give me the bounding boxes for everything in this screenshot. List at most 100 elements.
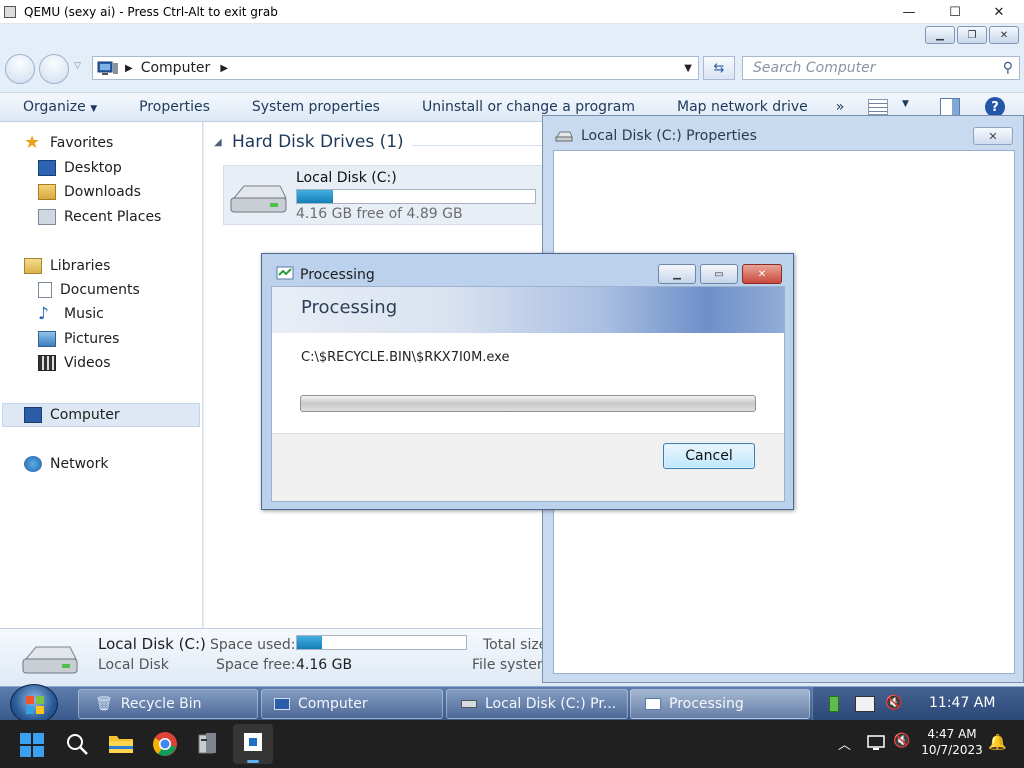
sidebar-item-favorites[interactable]: ★ Favorites [24,132,113,154]
guest-taskbar: 🗑 Recycle Bin Computer Local Disk (C:) Pr… [0,684,1024,720]
cancel-button[interactable]: Cancel [663,443,755,469]
host-time: 4:47 AM [927,727,977,741]
explorer-caption-buttons: ▁ ❐ ✕ [925,26,1019,44]
taskbar-item-processing[interactable]: Processing [630,689,810,719]
processing-maximize-button[interactable]: ▭ [700,264,738,284]
host-volume-muted-icon[interactable]: 🔇 [893,733,910,749]
sidebar-item-network[interactable]: Network [24,453,108,475]
details-file-system-label: File system [472,657,551,673]
volume-muted-icon[interactable]: 🔇 [885,695,902,711]
windows-logo-icon [26,696,44,714]
chrome-icon[interactable] [152,731,178,757]
computer-icon [97,61,118,75]
taskbar-processing-icon [645,698,661,710]
active-app-highlight[interactable] [233,724,273,764]
maximize-button[interactable]: ☐ [932,0,978,24]
close-button[interactable]: ✕ [976,0,1022,24]
details-total-size-label: Total size [483,637,548,653]
drive-tile-local-disk[interactable]: Local Disk (C:) 4.16 GB free of 4.89 GB [223,165,543,225]
sidebar-label-computer: Computer [50,407,120,423]
taskbar-item-properties[interactable]: Local Disk (C:) Pr... [446,689,628,719]
organize-dropdown-icon: ▼ [90,104,98,114]
safely-remove-icon[interactable] [829,696,839,712]
address-dropdown-icon[interactable]: ▼ [684,63,692,74]
recycle-bin-icon: 🗑 [95,696,113,712]
sidebar-item-videos[interactable]: Videos [38,352,111,374]
navigation-pane: ★ Favorites Desktop Downloads Recent Plac… [0,122,203,628]
organize-menu[interactable]: Organize ▼ [0,99,116,115]
preview-pane-icon[interactable] [940,98,960,116]
videos-icon [38,355,56,371]
sidebar-item-desktop[interactable]: Desktop [38,157,122,179]
network-tray-icon[interactable] [855,696,875,712]
qemu-app-icon [4,5,16,18]
minimize-button[interactable]: — [886,0,932,24]
breadcrumb-computer[interactable]: Computer [141,60,211,76]
computer-nav-icon [24,407,42,423]
properties-button[interactable]: Properties [116,99,229,115]
notification-bell-icon[interactable]: 🔔 [988,733,1007,751]
search-placeholder: Search Computer [753,60,876,76]
notification-area: 🔇 11:47 AM [812,687,1024,720]
qemu-taskbar-icon[interactable] [196,731,220,757]
host-clock[interactable]: 4:47 AM 10/7/2023 [920,726,984,758]
guest-clock[interactable]: 11:47 AM [929,695,995,711]
system-properties-button[interactable]: System properties [229,99,399,115]
sidebar-item-recent-places[interactable]: Recent Places [38,206,161,228]
navigation-bar: ▽ ▶ Computer ▶ ▼ ⇆ Search Computer ⚲ [0,50,1024,86]
sidebar-item-music[interactable]: ♪ Music [38,303,104,325]
taskbar-drive-icon [461,700,477,708]
uninstall-program-button[interactable]: Uninstall or change a program [399,99,654,115]
search-input[interactable]: Search Computer ⚲ [742,56,1020,80]
recent-pages-chevron-icon[interactable]: ▽ [74,61,81,71]
drive-usage-bar [296,189,536,204]
taskbar-label-processing: Processing [669,696,744,712]
active-app-icon [244,733,262,751]
help-icon[interactable]: ? [985,97,1005,117]
details-drive-type: Local Disk [98,657,169,673]
group-divider [412,145,542,146]
processing-dialog: Processing ▁ ▭ ✕ Processing C:\$RECYCLE.… [261,253,794,510]
sidebar-label-recent: Recent Places [64,209,162,225]
processing-minimize-button[interactable]: ▁ [658,264,696,284]
group-collapse-icon[interactable]: ◢ [214,137,222,148]
sidebar-item-downloads[interactable]: Downloads [38,181,141,203]
view-options-icon[interactable] [868,99,888,115]
search-taskbar-icon[interactable] [65,732,89,756]
processing-banner: Processing [272,287,784,333]
explorer-close-button[interactable]: ✕ [989,26,1019,44]
desktop-icon [38,160,56,176]
windows-start-icon[interactable] [20,733,44,757]
sidebar-item-pictures[interactable]: Pictures [38,328,119,350]
refresh-icon: ⇆ [713,60,725,76]
refresh-button[interactable]: ⇆ [703,56,735,80]
taskbar-item-computer[interactable]: Computer [261,689,443,719]
map-network-drive-button[interactable]: Map network drive [654,99,827,115]
forward-button[interactable] [39,54,69,84]
processing-progress-bar [300,395,756,412]
view-dropdown-icon[interactable]: ▼ [902,99,909,109]
explorer-restore-button[interactable]: ❐ [957,26,987,44]
sidebar-item-documents[interactable]: Documents [38,279,140,301]
tray-overflow-icon[interactable]: ︿ [838,734,851,753]
back-button[interactable] [5,54,35,84]
drive-free-text: 4.16 GB free of 4.89 GB [296,206,463,222]
sidebar-label-music: Music [64,306,104,322]
drive-name: Local Disk (C:) [296,170,397,186]
processing-file-path: C:\$RECYCLE.BIN\$RKX7I0M.exe [301,350,510,365]
sidebar-item-computer[interactable]: Computer [24,404,120,426]
details-usage-bar [296,635,467,650]
libraries-icon [24,258,42,274]
breadcrumb-chevron-icon[interactable]: ▶ [220,63,228,74]
properties-close-button[interactable]: ✕ [973,127,1013,145]
host-network-icon[interactable] [866,734,886,752]
file-explorer-icon[interactable] [108,732,134,754]
more-commands-button[interactable]: » [827,99,864,115]
explorer-minimize-button[interactable]: ▁ [925,26,955,44]
start-button[interactable] [10,684,58,720]
organize-label: Organize [23,99,86,115]
taskbar-item-recycle-bin[interactable]: 🗑 Recycle Bin [78,689,258,719]
processing-close-button[interactable]: ✕ [742,264,782,284]
sidebar-item-libraries[interactable]: Libraries [24,255,110,277]
address-bar[interactable]: ▶ Computer ▶ ▼ [92,56,699,80]
